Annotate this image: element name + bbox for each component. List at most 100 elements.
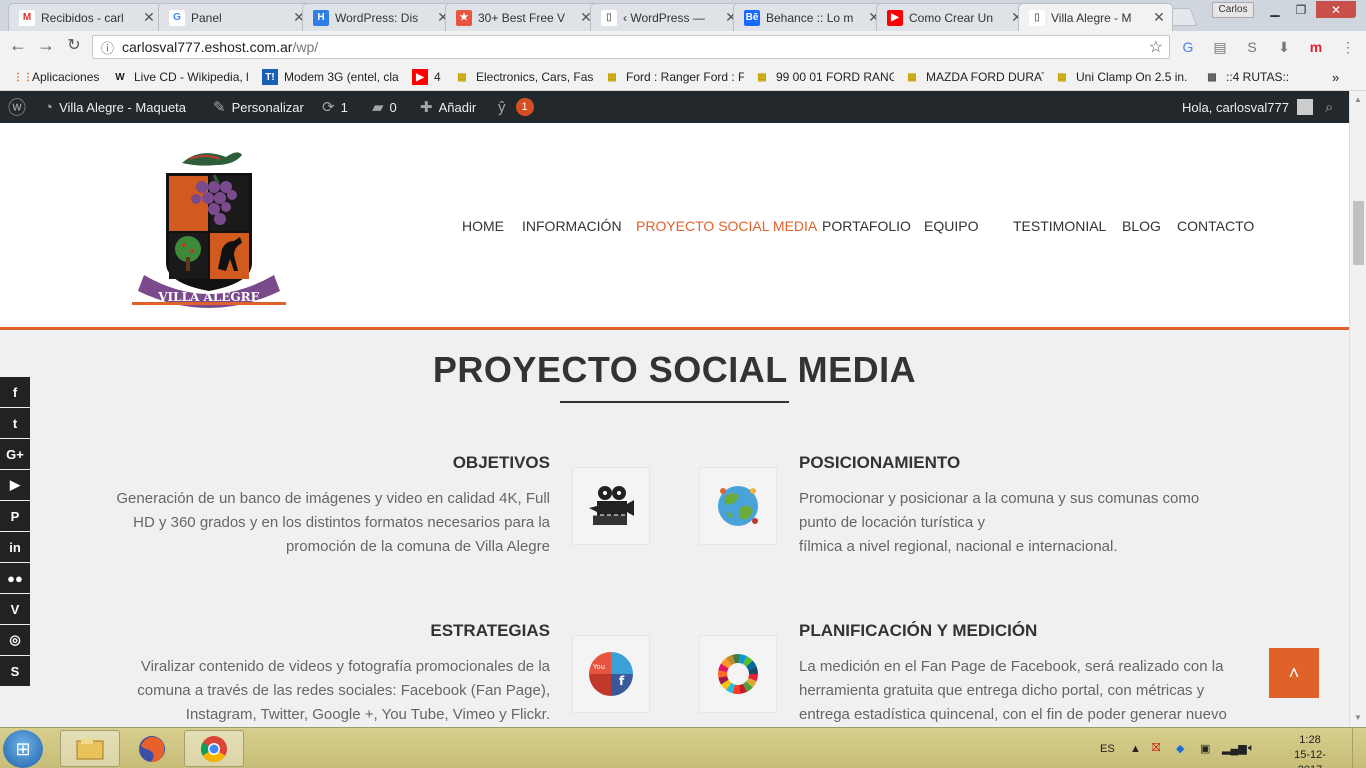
adminbar-yoast[interactable]: ŷ1 (498, 91, 534, 123)
inbox-extension-icon[interactable]: ▤ (1210, 38, 1230, 56)
scrollbar-thumb[interactable] (1353, 201, 1364, 265)
network-warning-icon[interactable]: ⛝ (1152, 728, 1160, 768)
nav-item-información[interactable]: INFORMACIÓN (522, 218, 622, 234)
tab-close-icon[interactable]: ✕ (1152, 9, 1166, 26)
minimize-icon[interactable]: ▁ (1262, 1, 1288, 18)
twitter-icon[interactable]: t (0, 408, 30, 438)
tab-close-icon[interactable]: ✕ (142, 9, 156, 26)
youtube-icon[interactable]: ▶ (0, 470, 30, 500)
translate-extension-icon[interactable]: G (1178, 38, 1198, 56)
browser-toolbar: ← → ↻ ⓘ carlosval777.eshost.com.ar/wp/ ☆ (0, 31, 1366, 63)
adminbar-updates[interactable]: ⟳ 1 (322, 91, 348, 123)
bookmark-item[interactable]: ▦ Uni Clamp On 2.5 in. (1054, 68, 1194, 86)
facebook-icon[interactable]: f (0, 377, 30, 407)
adminbar-account[interactable]: Hola, carlosval777 (1182, 91, 1313, 123)
back-arrow-icon[interactable]: ← (4, 35, 32, 56)
bookmark-favicon-icon: ▦ (907, 71, 917, 83)
adminbar-search-icon[interactable]: ⌕ (1325, 91, 1333, 123)
language-indicator[interactable]: ES (1100, 728, 1115, 768)
window-close-icon[interactable]: ✕ (1316, 1, 1356, 18)
forward-arrow-icon[interactable]: → (32, 35, 60, 56)
reload-icon[interactable]: ↻ (60, 35, 88, 55)
browser-tab[interactable]: ▯ ‹ WordPress — ✕ (590, 3, 745, 31)
wordpress-logo-icon[interactable]: ⓦ (8, 91, 32, 123)
back-to-top-button[interactable]: ˄ (1269, 648, 1319, 698)
nav-item-portafolio[interactable]: PORTAFOLIO (822, 218, 911, 234)
browser-tab[interactable]: H WordPress: Dis ✕ (302, 3, 457, 31)
restore-icon[interactable]: ❐ (1288, 1, 1314, 18)
dashboard-icon: ◔ (44, 98, 54, 116)
windows-start-button[interactable]: ⊞ (3, 730, 43, 768)
browser-tab[interactable]: ▶ Como Crear Un ✕ (876, 3, 1031, 31)
volume-icon[interactable]: 🔈︎ (1248, 728, 1255, 768)
bookmark-item[interactable]: ▶ 4 (412, 68, 448, 86)
mega-extension-icon[interactable]: m (1306, 38, 1326, 56)
tab-title: ‹ WordPress — (623, 10, 705, 25)
bookmark-item[interactable]: T! Modem 3G (entel, cla (262, 68, 402, 86)
bookmark-item[interactable]: ▦ MAZDA FORD DURAT (904, 68, 1044, 86)
browser-tab[interactable]: Bē Behance :: Lo m ✕ (733, 3, 888, 31)
bookmark-item[interactable]: ▦ Ford : Ranger Ford : F (604, 68, 744, 86)
signal-icon[interactable]: ▂▄▆ (1222, 728, 1247, 768)
browser-tab[interactable]: G Panel ✕ (158, 3, 313, 31)
adminbar-customize[interactable]: ✎ Personalizar (213, 91, 304, 123)
pinterest-icon[interactable]: P (0, 501, 30, 531)
bookmark-item[interactable]: ▩::4 RUTAS:: (1204, 68, 1324, 86)
download-extension-icon[interactable]: ⬇ (1274, 38, 1294, 56)
bookmark-label: Ford : Ranger Ford : F (626, 70, 744, 84)
dropbox-icon[interactable]: ◆ (1176, 728, 1184, 768)
nav-item-equipo[interactable]: EQUIPO (924, 218, 978, 234)
scroll-down-icon[interactable]: ▼ (1354, 713, 1362, 722)
page-scrollbar[interactable]: ▲ ▼ (1349, 91, 1366, 727)
bookmark-item[interactable]: ▦ 99 00 01 FORD RANG (754, 68, 894, 86)
nav-item-home[interactable]: HOME (462, 218, 504, 234)
usb-icon[interactable]: ▣ (1200, 728, 1210, 768)
plus-icon: ✚ (420, 99, 433, 116)
feature-planificacion-text: La medición en el Fan Page de Facebook, … (799, 658, 1227, 723)
explorer-taskbar-icon[interactable] (60, 730, 120, 767)
chrome-menu-icon[interactable]: ⋮ (1338, 38, 1358, 56)
bookmarks-bar: » ⋮⋮⋮Aplicaciones W Live CD - Wikipedia, l… (0, 63, 1366, 91)
tab-title: Recibidos - carl (41, 10, 124, 25)
tab-title: Panel (191, 10, 222, 25)
skype-extension-icon[interactable]: S (1242, 38, 1262, 56)
browser-tab[interactable]: ★ 30+ Best Free V ✕ (445, 3, 600, 31)
firefox-taskbar-icon[interactable] (122, 730, 182, 767)
tab-favicon-icon: ▶ (887, 9, 903, 26)
bookmark-favicon-icon: ⋮⋮⋮ (10, 71, 33, 83)
skype-icon[interactable]: S (0, 656, 30, 686)
tab-title: 30+ Best Free V (478, 10, 566, 25)
address-bar[interactable]: ⓘ carlosval777.eshost.com.ar/wp/ ☆ (92, 35, 1170, 59)
scroll-up-icon[interactable]: ▲ (1354, 95, 1362, 104)
nav-item-blog[interactable]: BLOG (1122, 218, 1161, 234)
vimeo-icon[interactable]: V (0, 594, 30, 624)
chrome-taskbar-icon[interactable] (184, 730, 244, 767)
bookmarks-overflow-button[interactable]: » (1332, 68, 1339, 86)
tray-expand-icon[interactable]: ▲ (1130, 728, 1141, 768)
bookmark-item[interactable]: ⋮⋮⋮Aplicaciones (10, 68, 104, 86)
wp-admin-bar: ⓦ ◔ Villa Alegre - Maqueta ✎ Personalizar … (0, 91, 1349, 123)
instagram-icon[interactable]: ◎ (0, 625, 30, 655)
flickr-icon[interactable]: ●● (0, 563, 30, 593)
updates-icon: ⟳ (322, 99, 335, 116)
bookmark-item[interactable]: ▦ Electronics, Cars, Fash (454, 68, 594, 86)
browser-tab[interactable]: ▯ Villa Alegre - M ✕ (1018, 3, 1173, 31)
google-plus-icon[interactable]: G+ (0, 439, 30, 469)
adminbar-add-new[interactable]: ✚ Añadir (420, 91, 476, 123)
adminbar-comments[interactable]: ▰ 0 (372, 91, 397, 123)
bookmark-star-icon[interactable]: ☆ (1149, 37, 1163, 57)
villa-alegre-crest-logo[interactable]: VILLA ALEGRE (130, 145, 288, 309)
profile-chip[interactable]: Carlos (1212, 2, 1254, 18)
nav-item-contacto[interactable]: CONTACTO (1177, 218, 1254, 234)
linkedin-icon[interactable]: in (0, 532, 30, 562)
feature-planificacion-title: PLANIFICACIÓN Y MEDICIÓN (799, 621, 1038, 640)
bookmark-item[interactable]: W Live CD - Wikipedia, l (112, 68, 252, 86)
tab-title: WordPress: Dis (335, 10, 419, 25)
show-desktop-button[interactable] (1352, 728, 1366, 768)
nav-item-proyecto-social-media[interactable]: PROYECTO SOCIAL MEDIA (636, 218, 817, 234)
nav-item-testimonial[interactable]: TESTIMONIAL (1013, 218, 1106, 234)
browser-tab[interactable]: M Recibidos - carl ✕ (8, 3, 163, 31)
taskbar-clock[interactable]: 1:28 15-12-2017 (1282, 733, 1338, 768)
info-icon[interactable]: ⓘ (101, 38, 114, 57)
adminbar-site-name[interactable]: ◔ Villa Alegre - Maqueta (44, 91, 186, 123)
